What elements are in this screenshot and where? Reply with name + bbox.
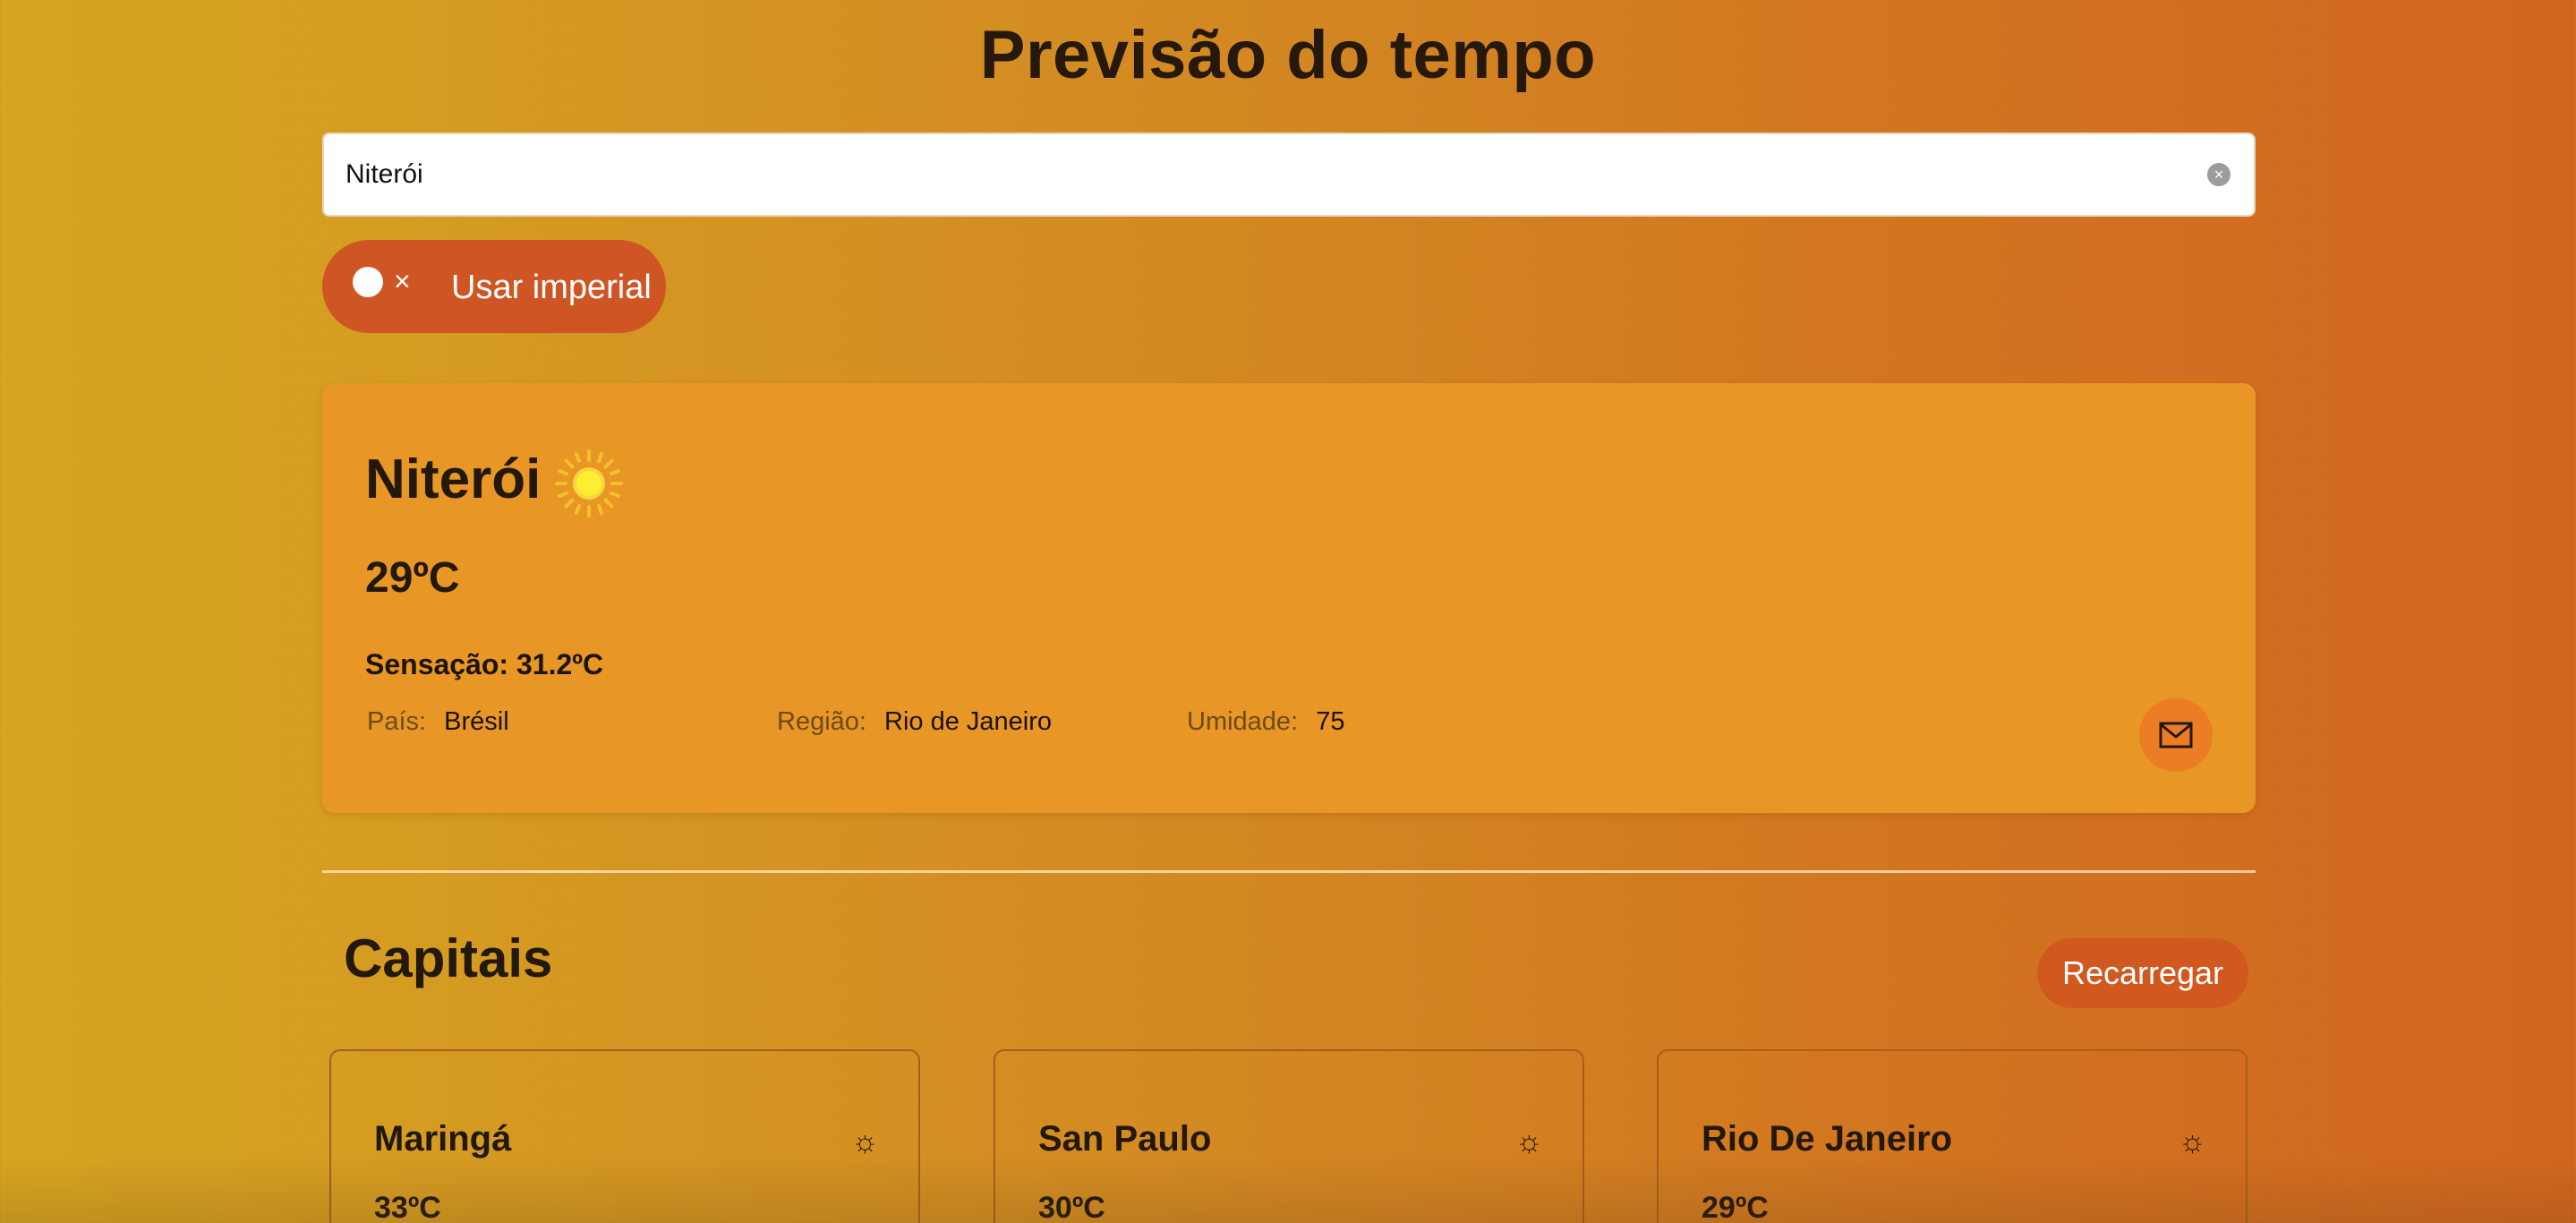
humidity-separator: : (1291, 707, 1299, 736)
search-box[interactable]: × (322, 133, 2256, 217)
imperial-toggle[interactable]: × Usar imperial (322, 240, 666, 333)
capital-temperature: 30ºC (1038, 1191, 1105, 1223)
capital-temperature: 29ºC (1702, 1191, 1769, 1223)
search-input[interactable] (345, 134, 2171, 215)
clear-icon[interactable]: × (2207, 163, 2231, 186)
capital-name: San Paulo (1038, 1119, 1212, 1159)
reload-button[interactable]: Recarregar (2037, 938, 2248, 1008)
capital-card[interactable]: San Paulo ☼ 30ºC (994, 1049, 1584, 1223)
humidity-value: 75 (1316, 707, 1345, 736)
country-label: País (367, 707, 420, 736)
sun-icon: ☼ (2178, 1125, 2206, 1159)
capital-name: Maringá (374, 1119, 512, 1159)
current-temperature: 29ºC (365, 554, 460, 602)
sun-icon: ☼ (1514, 1125, 1543, 1159)
capital-card[interactable]: Maringá ☼ 33ºC (329, 1049, 920, 1223)
humidity-detail: Umidade: 75 (1187, 707, 1344, 737)
current-weather-card: Niterói 29ºC Sensação: 31.2ºC País: Brés… (322, 383, 2256, 813)
page-title: Previsão do tempo (979, 17, 1597, 93)
mail-icon (2159, 722, 2193, 748)
section-divider (322, 870, 2256, 873)
region-value: Rio de Janeiro (884, 707, 1053, 736)
region-separator: : (858, 707, 866, 736)
capital-card[interactable]: Rio De Janeiro ☼ 29ºC (1657, 1049, 2248, 1223)
toggle-label: Usar imperial (451, 269, 652, 306)
mail-button[interactable] (2139, 698, 2213, 772)
humidity-label: Umidade (1187, 707, 1292, 736)
country-separator: : (419, 707, 427, 736)
region-label: Região (777, 707, 859, 736)
sun-icon (555, 449, 623, 517)
sun-icon: ☼ (850, 1125, 879, 1159)
toggle-off-icon: × (394, 265, 411, 297)
country-detail: País: Brésil (367, 707, 509, 737)
capitals-title: Capitais (344, 928, 553, 988)
region-detail: Região: Rio de Janeiro (777, 707, 1052, 737)
country-value: Brésil (444, 707, 509, 736)
capital-temperature: 33ºC (374, 1191, 441, 1223)
capital-name: Rio De Janeiro (1702, 1119, 1953, 1159)
feels-like: Sensação: 31.2ºC (365, 648, 604, 680)
city-name: Niterói (365, 449, 542, 510)
toggle-knob (353, 267, 383, 297)
